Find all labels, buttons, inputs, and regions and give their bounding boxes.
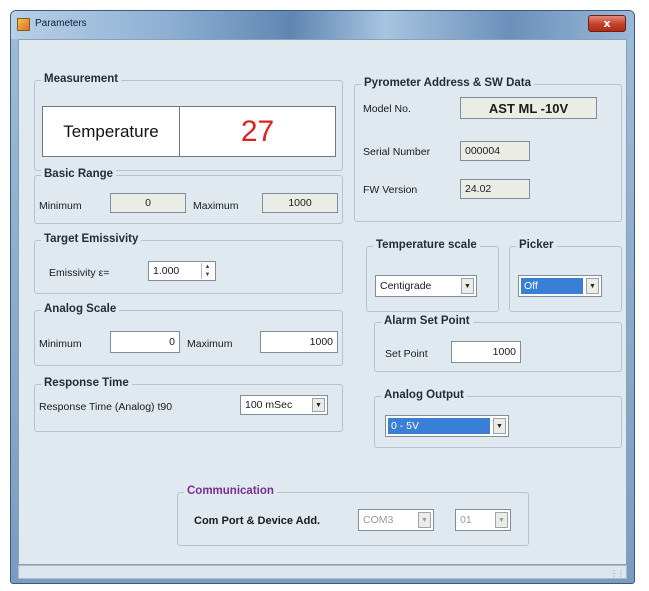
analog-scale-group: Analog Scale Minimum 0 Maximum 1000 (34, 303, 343, 366)
close-button[interactable]: x (588, 15, 626, 32)
window-app-icon (17, 18, 30, 31)
status-bar: ⋮⋮ (18, 565, 627, 579)
serial-number-label: Serial Number (363, 146, 431, 158)
response-time-select[interactable]: 100 mSec ▼ (240, 395, 328, 415)
device-address-value: 01 (460, 514, 472, 526)
emissivity-spin-buttons[interactable]: ▲ ▼ (201, 263, 213, 279)
fw-version-label: FW Version (363, 184, 418, 196)
emissivity-value: 1.000 (153, 265, 180, 277)
basic-range-legend: Basic Range (41, 168, 117, 180)
model-number-label: Model No. (363, 103, 411, 115)
analog-output-group: Analog Output 0 - 5V ▼ (374, 389, 622, 448)
temperature-scale-legend: Temperature scale (373, 239, 480, 251)
chevron-down-icon[interactable]: ▼ (418, 512, 431, 528)
chevron-down-icon[interactable]: ▼ (586, 278, 599, 294)
emissivity-label: Emissivity ε= (49, 267, 110, 279)
pyrometer-group: Pyrometer Address & SW Data Model No. AS… (354, 77, 622, 222)
picker-legend: Picker (516, 239, 557, 251)
analog-scale-min-field[interactable]: 0 (110, 331, 180, 353)
basic-range-max-label: Maximum (193, 200, 239, 212)
spin-up-icon[interactable]: ▲ (202, 263, 213, 271)
fw-version-field: 24.02 (460, 179, 530, 199)
analog-scale-max-field[interactable]: 1000 (260, 331, 338, 353)
temperature-scale-group: Temperature scale Centigrade ▼ (366, 239, 499, 312)
analog-output-legend: Analog Output (381, 389, 467, 401)
emissivity-spinner[interactable]: 1.000 ▲ ▼ (148, 261, 216, 281)
spin-down-icon[interactable]: ▼ (202, 271, 213, 279)
communication-legend: Communication (184, 485, 277, 497)
close-icon: x (603, 17, 611, 30)
picker-group: Picker Off ▼ (509, 239, 622, 312)
analog-output-value: 0 - 5V (388, 418, 490, 434)
measurement-legend: Measurement (41, 73, 122, 85)
model-number-field: AST ML -10V (460, 97, 597, 119)
target-emissivity-legend: Target Emissivity (41, 233, 142, 245)
response-time-value: 100 mSec (245, 399, 293, 411)
response-time-label: Response Time (Analog) t90 (39, 401, 173, 413)
picker-select[interactable]: Off ▼ (518, 275, 602, 297)
pyrometer-legend: Pyrometer Address & SW Data (361, 77, 535, 89)
alarm-set-point-legend: Alarm Set Point (381, 315, 473, 327)
resize-grip-icon[interactable]: ⋮⋮ (610, 569, 625, 578)
target-emissivity-group: Target Emissivity Emissivity ε= 1.000 ▲ … (34, 233, 343, 294)
chevron-down-icon[interactable]: ▼ (312, 398, 325, 412)
set-point-field[interactable]: 1000 (451, 341, 521, 363)
measurement-group: Measurement Temperature 27 (34, 73, 343, 171)
temperature-scale-select[interactable]: Centigrade ▼ (375, 275, 477, 297)
basic-range-group: Basic Range Minimum 0 Maximum 1000 (34, 168, 343, 224)
picker-value: Off (521, 278, 583, 294)
serial-number-field: 000004 (460, 141, 530, 161)
com-port-value: COM3 (363, 514, 394, 526)
response-time-legend: Response Time (41, 377, 132, 389)
chevron-down-icon[interactable]: ▼ (461, 278, 474, 294)
analog-scale-max-label: Maximum (187, 338, 233, 350)
device-address-select[interactable]: 01 ▼ (455, 509, 511, 531)
temperature-scale-value: Centigrade (380, 280, 432, 292)
basic-range-min-field: 0 (110, 193, 186, 213)
basic-range-min-label: Minimum (39, 200, 82, 212)
set-point-label: Set Point (385, 348, 428, 360)
com-port-select[interactable]: COM3 ▼ (358, 509, 434, 531)
analog-scale-legend: Analog Scale (41, 303, 120, 315)
parameters-window: Parameters x Measurement Temperature 27 … (10, 10, 635, 584)
temperature-value: 27 (240, 114, 275, 148)
com-port-label: Com Port & Device Add. (194, 515, 321, 527)
analog-scale-min-label: Minimum (39, 338, 82, 350)
analog-output-select[interactable]: 0 - 5V ▼ (385, 415, 509, 437)
communication-group: Communication Com Port & Device Add. COM… (177, 485, 529, 546)
window-title: Parameters (35, 18, 87, 29)
temperature-label: Temperature (43, 107, 180, 156)
response-time-group: Response Time Response Time (Analog) t90… (34, 377, 343, 432)
chevron-down-icon[interactable]: ▼ (493, 418, 506, 434)
alarm-set-point-group: Alarm Set Point Set Point 1000 (374, 315, 622, 372)
temperature-display: Temperature 27 (42, 106, 336, 157)
chevron-down-icon[interactable]: ▼ (495, 512, 508, 528)
title-bar[interactable]: Parameters x (11, 11, 634, 39)
basic-range-max-field: 1000 (262, 193, 338, 213)
parameters-panel: Measurement Temperature 27 Basic Range M… (18, 39, 627, 565)
